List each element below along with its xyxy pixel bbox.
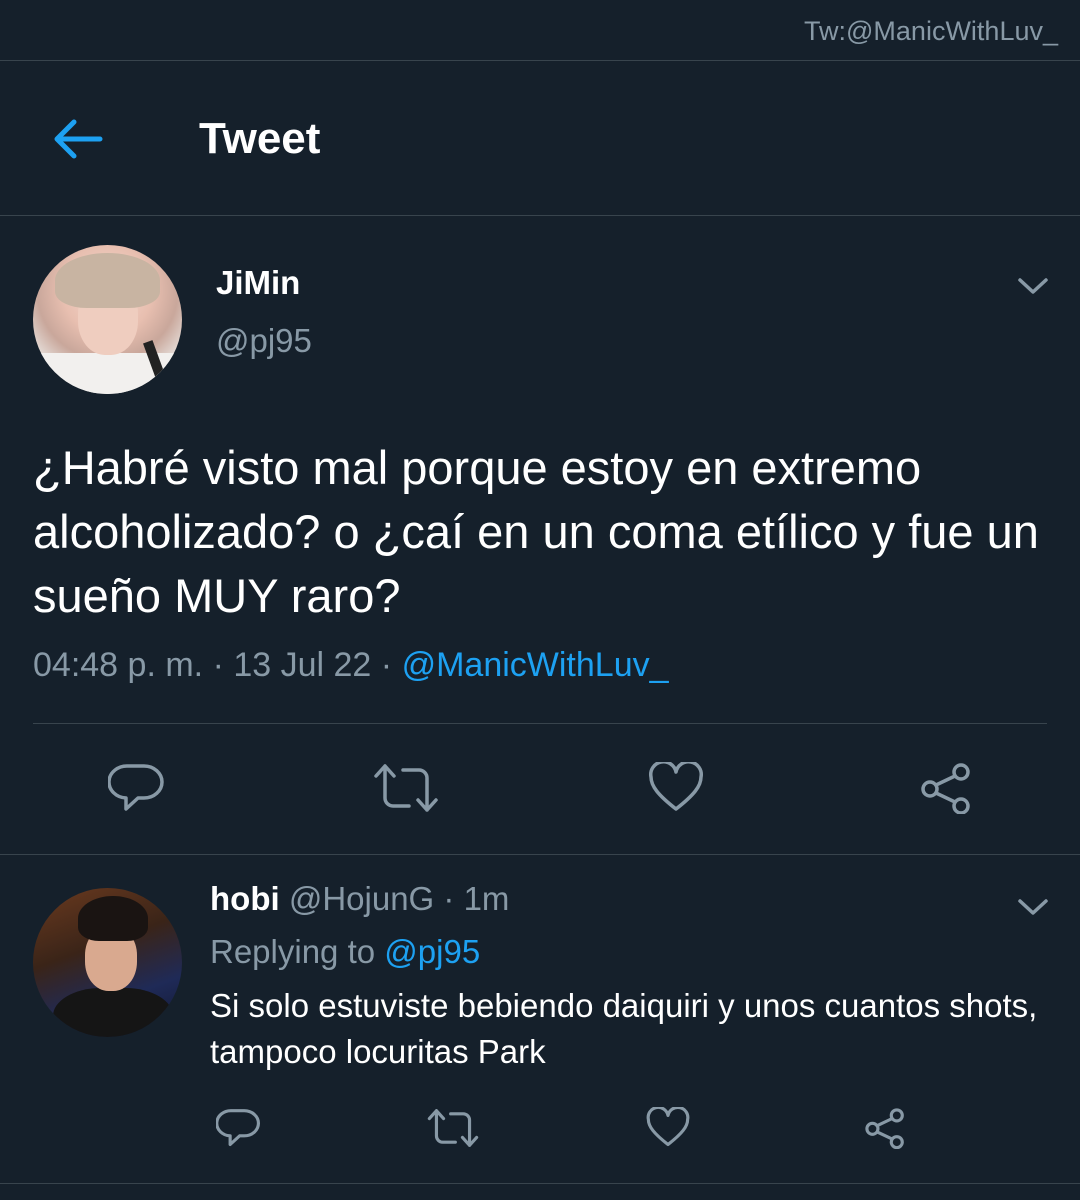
page-title: Tweet [199, 114, 321, 163]
watermark: Tw:@ManicWithLuv_ [804, 16, 1058, 46]
meta-separator: · [212, 646, 234, 684]
via-link[interactable]: @ManicWithLuv_ [402, 646, 669, 684]
reply-icon[interactable] [215, 1107, 260, 1154]
author-name[interactable]: JiMin [216, 264, 300, 302]
author-handle[interactable]: @pj95 [216, 322, 312, 360]
header-divider [0, 215, 1080, 216]
tweet-meta: 04:48 p. m. · 13 Jul 22 · @ManicWithLuv_ [33, 646, 669, 685]
meta-divider [33, 723, 1047, 724]
reply-divider [0, 1183, 1080, 1184]
replying-to-label: Replying to [210, 933, 376, 970]
top-divider [0, 60, 1080, 61]
chevron-down-icon[interactable] [1016, 274, 1050, 298]
like-icon[interactable] [646, 1105, 690, 1154]
reply-avatar[interactable] [33, 888, 182, 1037]
share-icon[interactable] [918, 762, 974, 819]
reply-time: 1m [463, 880, 510, 917]
chevron-down-icon[interactable] [1016, 895, 1050, 919]
retweet-icon[interactable] [373, 762, 439, 819]
tweet-date: 13 Jul 22 [233, 646, 372, 684]
avatar[interactable] [33, 245, 182, 394]
tweet-text: ¿Habré visto mal porque estoy en extremo… [33, 441, 1039, 622]
like-icon[interactable] [648, 760, 704, 819]
reply-icon[interactable] [107, 762, 164, 819]
reply-author-name[interactable]: hobi [210, 880, 280, 917]
retweet-icon[interactable] [427, 1107, 479, 1154]
replying-to: Replying to @pj95 [210, 933, 480, 971]
tweet-divider [0, 854, 1080, 855]
share-icon[interactable] [863, 1107, 907, 1154]
reply-header: hobi @HojunG · 1m [210, 880, 509, 918]
app-header: Tweet [0, 62, 1080, 215]
reply-author-handle[interactable]: @HojunG [289, 880, 434, 917]
replying-to-mention[interactable]: @pj95 [384, 933, 480, 970]
tweet-time: 04:48 p. m. [33, 646, 204, 684]
reply-text: Si solo estuviste bebiendo daiquiri y un… [210, 987, 1038, 1070]
meta-separator: · [380, 646, 402, 684]
meta-separator: · [443, 880, 455, 917]
back-arrow-icon[interactable] [50, 114, 106, 164]
